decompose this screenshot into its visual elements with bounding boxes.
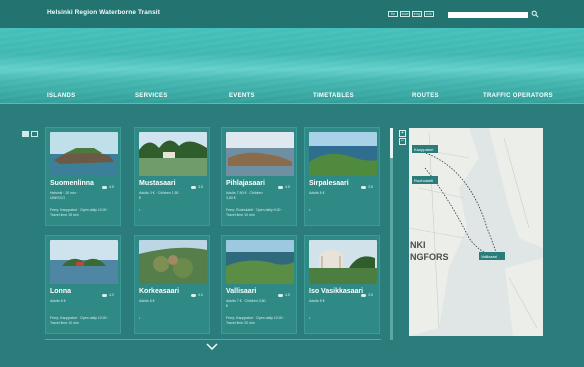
top-bar: Helsinki Region Waterborne Transit fin s…	[0, 0, 584, 28]
search-icon[interactable]	[531, 10, 539, 18]
card-rating: 3.5	[361, 185, 373, 189]
island-card[interactable]: Suomenlinna 4.5 Helsinki · 20 min · UNES…	[45, 127, 121, 226]
bubble-icon	[102, 185, 108, 189]
language-switcher: fin swe eng rus	[388, 11, 434, 17]
island-photo	[139, 240, 207, 284]
lang-swe[interactable]: swe	[400, 11, 410, 17]
cards-scrollbar[interactable]	[390, 128, 393, 340]
card-title: Mustasaari	[139, 180, 176, 187]
nav-events[interactable]: EVENTS	[229, 93, 255, 99]
chevron-down-icon[interactable]	[206, 343, 218, 351]
island-card[interactable]: Iso Vasikkasaari 3.5 Adults 5 € •	[304, 235, 380, 334]
card-rating: 4.0	[102, 293, 114, 297]
card-title: Vallisaari	[226, 288, 257, 295]
grid-view-icon[interactable]	[22, 131, 29, 137]
card-meta: Adults 6 €	[309, 191, 325, 195]
map-label: Vallisaari	[481, 254, 497, 259]
rating-value: 3.5	[368, 185, 373, 189]
bubble-icon	[191, 293, 197, 297]
rating-value: 3.5	[368, 293, 373, 297]
card-meta: Adults 7 € · Children 3,50 €	[226, 299, 266, 308]
main-nav: ISLANDS SERVICES EVENTS TIMETABLES ROUTE…	[0, 88, 584, 102]
card-info: Ferry: Ruoholahti · Open daily 9:00 · Tr…	[226, 208, 283, 217]
card-info: •	[139, 316, 141, 320]
island-card[interactable]: Vallisaari 4.5 Adults 7 € · Children 3,5…	[221, 235, 297, 334]
card-meta: Adults 3 € · Children 1,50 €	[139, 191, 179, 200]
island-photo	[309, 132, 377, 176]
rating-value: 4.5	[285, 185, 290, 189]
rating-value: 4.0	[198, 293, 203, 297]
rating-value: 3.5	[198, 185, 203, 189]
zoom-out-button[interactable]: −	[399, 138, 406, 145]
card-title: Pihlajasaari	[226, 180, 265, 187]
cards-footer-divider	[45, 339, 381, 340]
card-rating: 3.5	[191, 185, 203, 189]
map-label: Kauppatori	[414, 147, 433, 152]
nav-traffic-operators[interactable]: TRAFFIC OPERATORS	[483, 93, 553, 99]
map-city-label: NKI	[410, 240, 426, 250]
card-info: Ferry: Kauppatori · Open daily 10:00 · T…	[226, 316, 285, 325]
map-zoom-controls: + −	[399, 130, 406, 145]
card-info: Ferry: Kauppatori · Open daily 10:00 · T…	[50, 208, 109, 217]
lang-fin[interactable]: fin	[388, 11, 398, 17]
island-card[interactable]: Korkeasaari 4.0 Adults 6 € •	[134, 235, 210, 334]
card-rating: 4.5	[278, 293, 290, 297]
nav-islands[interactable]: ISLANDS	[47, 93, 75, 99]
bubble-icon	[278, 185, 284, 189]
rating-value: 4.5	[285, 293, 290, 297]
bubble-icon	[278, 293, 284, 297]
card-meta: Adults 6 €	[50, 299, 66, 303]
zoom-in-button[interactable]: +	[399, 130, 406, 137]
nav-divider	[0, 103, 584, 104]
nav-services[interactable]: SERVICES	[135, 93, 168, 99]
card-rating: 4.0	[191, 293, 203, 297]
bubble-icon	[191, 185, 197, 189]
bubble-icon	[361, 293, 367, 297]
search-input[interactable]	[448, 12, 528, 18]
card-info: •	[139, 208, 141, 212]
card-rating: 4.5	[102, 185, 114, 189]
scrollbar-thumb[interactable]	[390, 128, 393, 158]
island-card[interactable]: Pihlajasaari 4.5 Adults 7,50 € · Childre…	[221, 127, 297, 226]
island-card[interactable]: Lonna 4.0 Adults 6 € Ferry: Kauppatori ·…	[45, 235, 121, 334]
bubble-icon	[102, 293, 108, 297]
list-view-icon[interactable]	[31, 131, 38, 137]
nav-timetables[interactable]: TIMETABLES	[313, 93, 354, 99]
card-rating: 3.5	[361, 293, 373, 297]
card-title: Suomenlinna	[50, 180, 94, 187]
card-meta: Adults 7,50 € · Children 3,80 €	[226, 191, 263, 200]
site-brand[interactable]: Helsinki Region Waterborne Transit	[47, 9, 160, 16]
card-title: Lonna	[50, 288, 71, 295]
card-meta: Adults 5 €	[309, 299, 325, 303]
island-photo	[139, 132, 207, 176]
card-title: Iso Vasikkasaari	[309, 288, 364, 295]
card-meta: Adults 6 €	[139, 299, 155, 303]
card-rating: 4.5	[278, 185, 290, 189]
card-title: Korkeasaari	[139, 288, 180, 295]
lang-rus[interactable]: rus	[424, 11, 434, 17]
bubble-icon	[361, 185, 367, 189]
island-photo	[50, 132, 118, 176]
view-toggle	[22, 131, 38, 137]
map-label: Ruoholahti	[414, 178, 433, 183]
nav-routes[interactable]: ROUTES	[412, 93, 439, 99]
island-card[interactable]: Mustasaari 3.5 Adults 3 € · Children 1,5…	[134, 127, 210, 226]
card-info: •	[309, 208, 311, 212]
rating-value: 4.5	[109, 185, 114, 189]
rating-value: 4.0	[109, 293, 114, 297]
card-info: Ferry: Kauppatori · Open daily 10:00 · T…	[50, 316, 109, 325]
route-map[interactable]: Kauppatori Ruoholahti Vallisaari NKI NGF…	[409, 128, 543, 336]
card-meta: Helsinki · 20 min · UNESCO	[50, 191, 79, 200]
lang-eng[interactable]: eng	[412, 11, 422, 17]
island-card[interactable]: Sirpalesaari 3.5 Adults 6 € •	[304, 127, 380, 226]
map-city-label: NGFORS	[410, 252, 449, 262]
card-title: Sirpalesaari	[309, 180, 349, 187]
island-photo	[309, 240, 377, 284]
island-photo	[226, 240, 294, 284]
island-photo	[50, 240, 118, 284]
island-photo	[226, 132, 294, 176]
card-info: •	[309, 316, 311, 320]
